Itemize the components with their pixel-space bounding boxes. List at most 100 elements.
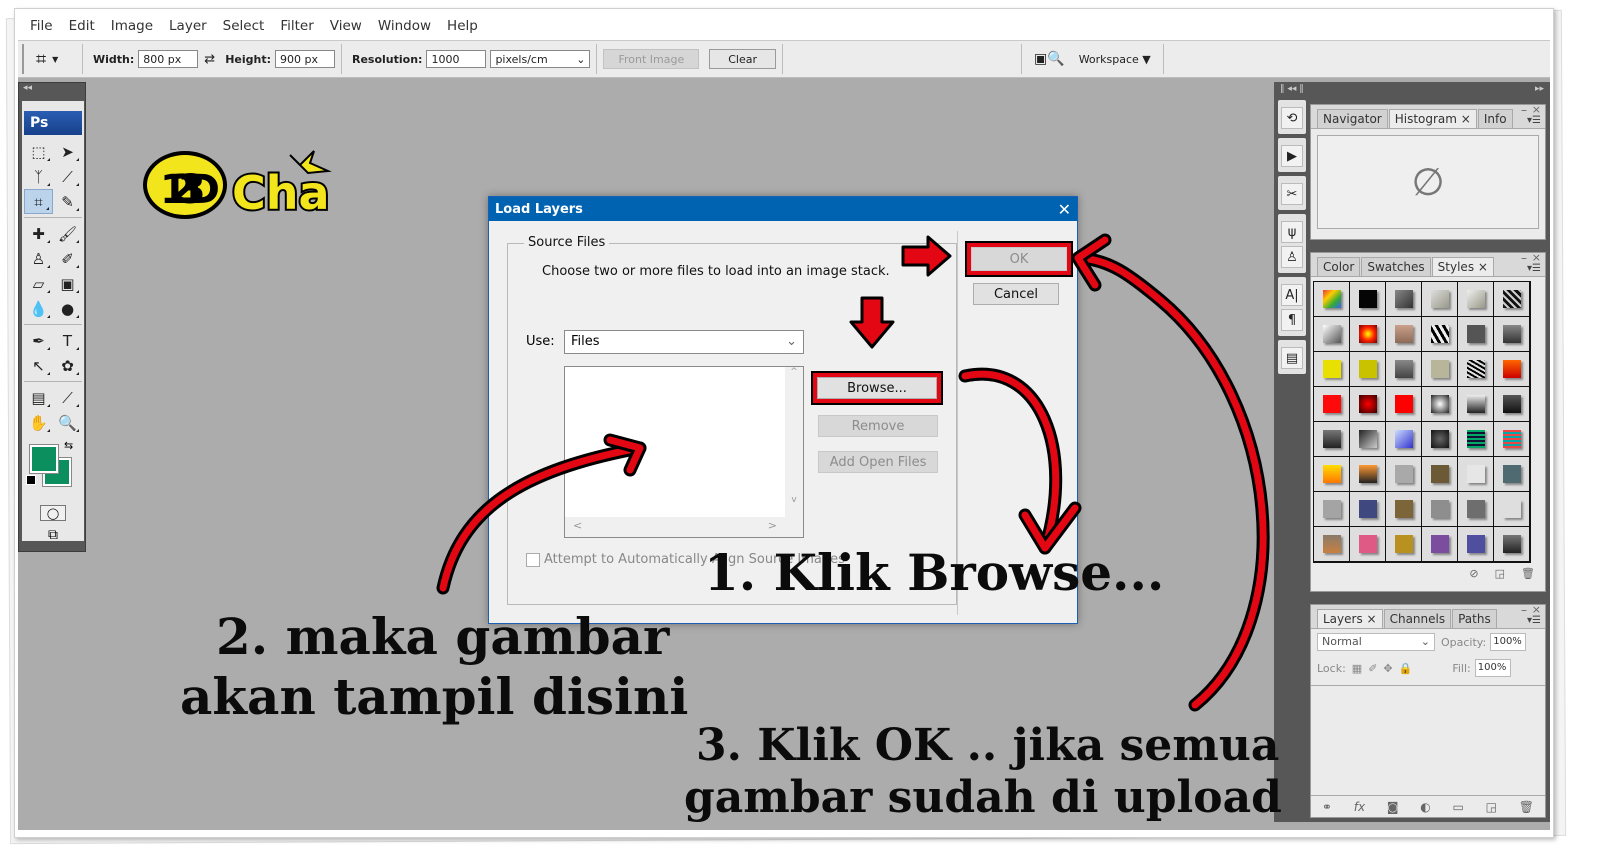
screen-mode-icon[interactable]: ⧉: [40, 527, 66, 545]
menu-filter[interactable]: Filter: [272, 18, 321, 34]
move-tool-icon[interactable]: ➤: [53, 139, 82, 164]
style-preset[interactable]: [1386, 352, 1422, 387]
style-preset[interactable]: [1458, 422, 1494, 457]
gradient-tool-icon[interactable]: ▣: [53, 271, 82, 296]
close-icon[interactable]: ✕: [1058, 200, 1071, 219]
fx-icon[interactable]: fx: [1354, 800, 1365, 814]
style-preset[interactable]: [1494, 317, 1530, 352]
clone-source-icon[interactable]: ♙: [1281, 246, 1303, 268]
eraser-tool-icon[interactable]: ▱: [24, 271, 53, 296]
brush-tool-icon[interactable]: 🖌: [53, 221, 82, 246]
style-preset[interactable]: [1350, 317, 1386, 352]
layer-comps-icon[interactable]: ▤: [1281, 347, 1303, 369]
style-preset[interactable]: [1314, 492, 1350, 527]
lasso-tool-icon[interactable]: ᛉ: [24, 164, 53, 189]
style-preset[interactable]: [1350, 527, 1386, 562]
style-preset[interactable]: [1386, 492, 1422, 527]
swap-arrows-icon[interactable]: ⇄: [204, 52, 215, 67]
style-preset[interactable]: [1350, 457, 1386, 492]
tab-paths[interactable]: Paths: [1452, 609, 1497, 628]
foreground-color-swatch[interactable]: [29, 444, 59, 474]
eyedropper-slice-tool-icon[interactable]: ✎: [53, 189, 82, 214]
style-preset[interactable]: [1458, 317, 1494, 352]
notes-tool-icon[interactable]: ▤: [24, 385, 53, 410]
front-image-button[interactable]: Front Image: [603, 49, 700, 69]
swap-colors-icon[interactable]: ⇆: [64, 439, 73, 452]
custom-shape-tool-icon[interactable]: ✿: [53, 353, 82, 378]
tool-presets-icon[interactable]: ✂: [1281, 183, 1303, 205]
character-icon[interactable]: A|: [1281, 284, 1303, 306]
style-preset[interactable]: [1494, 492, 1530, 527]
style-preset[interactable]: [1422, 352, 1458, 387]
style-preset[interactable]: [1350, 282, 1386, 317]
style-preset[interactable]: [1422, 492, 1458, 527]
tab-histogram[interactable]: Histogram ×: [1388, 109, 1477, 128]
quick-selection-tool-icon[interactable]: ⟋: [53, 164, 82, 189]
tab-layers[interactable]: Layers ×: [1317, 609, 1383, 628]
healing-brush-tool-icon[interactable]: ✚: [24, 221, 53, 246]
style-preset[interactable]: [1314, 527, 1350, 562]
style-preset[interactable]: [1314, 317, 1350, 352]
blur-tool-icon[interactable]: 💧: [24, 296, 53, 321]
dodge-tool-icon[interactable]: ●: [53, 296, 82, 321]
add-open-files-button[interactable]: Add Open Files: [818, 451, 938, 473]
new-style-icon[interactable]: ◲: [1495, 567, 1505, 580]
style-preset[interactable]: [1458, 457, 1494, 492]
style-preset[interactable]: [1386, 422, 1422, 457]
vertical-scrollbar[interactable]: ^ v: [785, 367, 803, 517]
ok-button[interactable]: OK: [967, 243, 1071, 275]
blend-mode-select[interactable]: Normal ⌄: [1317, 633, 1435, 651]
style-preset[interactable]: [1458, 527, 1494, 562]
expand-dock-button[interactable]: ▸▸: [1535, 84, 1544, 96]
style-preset[interactable]: [1386, 317, 1422, 352]
style-preset[interactable]: [1314, 422, 1350, 457]
menu-select[interactable]: Select: [215, 18, 273, 34]
use-select[interactable]: Files ⌄: [564, 330, 804, 354]
style-preset[interactable]: [1494, 422, 1530, 457]
style-preset[interactable]: [1422, 457, 1458, 492]
resolution-input[interactable]: 1000: [426, 50, 487, 68]
remove-button[interactable]: Remove: [818, 415, 938, 437]
auto-align-checkbox[interactable]: [526, 552, 540, 567]
workspace-menu[interactable]: Workspace ▼: [1079, 53, 1151, 66]
tab-styles[interactable]: Styles ×: [1431, 257, 1494, 276]
tab-info[interactable]: Info: [1477, 109, 1513, 128]
opacity-input[interactable]: 100%: [1490, 633, 1527, 651]
menu-window[interactable]: Window: [370, 18, 439, 34]
adjustment-icon[interactable]: ◐: [1420, 800, 1430, 814]
resolution-unit-select[interactable]: pixels/cm ⌄: [490, 50, 591, 68]
panel-menu-icon[interactable]: ▾☰: [1527, 115, 1541, 126]
fill-input[interactable]: 100%: [1474, 659, 1511, 677]
hand-tool-icon[interactable]: ✋: [24, 410, 53, 435]
tab-navigator[interactable]: Navigator: [1317, 109, 1388, 128]
style-preset[interactable]: [1422, 317, 1458, 352]
width-input[interactable]: 800 px: [138, 50, 199, 68]
style-preset[interactable]: [1458, 492, 1494, 527]
style-preset[interactable]: [1386, 282, 1422, 317]
file-list[interactable]: ^ v < >: [564, 366, 804, 538]
horizontal-scrollbar[interactable]: < >: [565, 517, 803, 537]
tab-channels[interactable]: Channels: [1383, 609, 1452, 628]
style-preset[interactable]: [1314, 352, 1350, 387]
menu-help[interactable]: Help: [439, 18, 486, 34]
style-preset[interactable]: [1458, 282, 1494, 317]
browse-button[interactable]: Browse...: [813, 373, 941, 403]
options-bar-grip[interactable]: [22, 44, 26, 74]
style-preset[interactable]: [1494, 387, 1530, 422]
style-preset[interactable]: [1422, 282, 1458, 317]
history-icon[interactable]: ⟲: [1281, 107, 1303, 129]
marquee-tool-icon[interactable]: ⬚: [24, 139, 53, 164]
style-preset[interactable]: [1386, 457, 1422, 492]
style-preset[interactable]: [1458, 387, 1494, 422]
menu-file[interactable]: File: [22, 18, 61, 34]
style-preset[interactable]: [1314, 282, 1350, 317]
panel-menu-icon[interactable]: ▾☰: [1527, 263, 1541, 274]
default-colors-icon[interactable]: [26, 475, 36, 485]
layers-list[interactable]: [1311, 685, 1545, 795]
menu-view[interactable]: View: [322, 18, 370, 34]
style-preset[interactable]: [1494, 457, 1530, 492]
tool-preset-picker[interactable]: ⌗ ▼: [36, 49, 76, 70]
lock-position-icon[interactable]: ✥: [1383, 662, 1392, 675]
crop-tool-icon[interactable]: ⌗: [24, 189, 53, 214]
clear-style-icon[interactable]: ⊘: [1469, 567, 1478, 580]
